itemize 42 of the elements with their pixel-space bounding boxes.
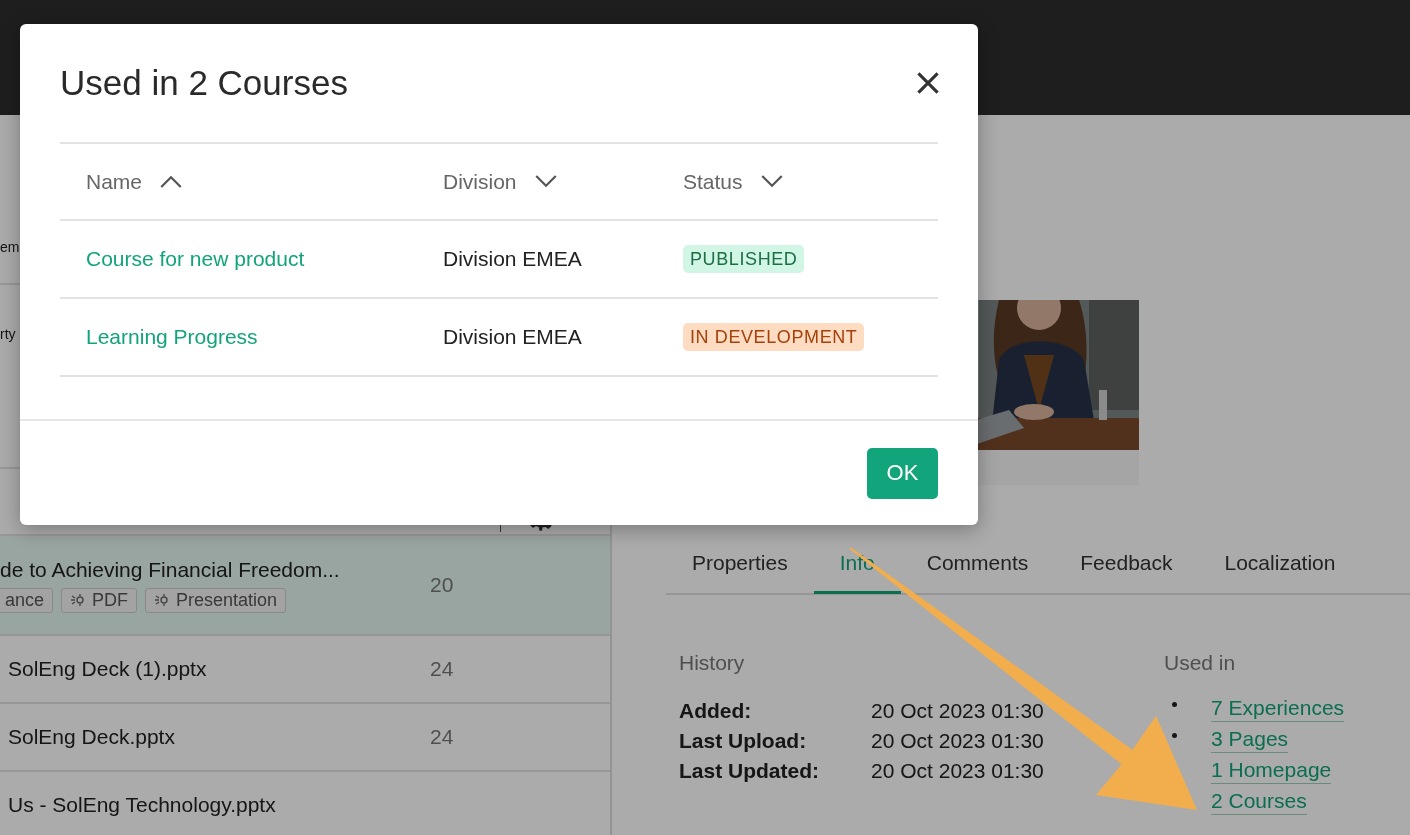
bullet-icon: [1172, 733, 1177, 738]
tab[interactable]: Comments: [900, 535, 1055, 594]
file-name: SolEng Deck.pptx: [8, 725, 176, 749]
text-fragment: em: [0, 239, 20, 255]
tag: ance: [0, 587, 54, 613]
file-row[interactable]: SolEng Deck.pptx 24: [0, 704, 610, 772]
tab[interactable]: Properties: [666, 535, 814, 594]
status-badge: IN DEVELOPMENT: [683, 322, 865, 351]
file-name: de to Achieving Financial Freedom...: [0, 557, 341, 582]
course-link[interactable]: Learning Progress: [86, 325, 258, 348]
table-cell: Division EMEA: [443, 247, 582, 270]
tab[interactable]: Feedback: [1054, 535, 1199, 594]
file-row[interactable]: de to Achieving Financial Freedom... ance PDF Presentation 20: [0, 536, 610, 636]
section-title: Used in: [1164, 651, 1236, 674]
field-value: 20 Oct 2023 01:30: [871, 759, 1045, 783]
file-date: 24: [430, 657, 454, 681]
dialog-title: Used in 2 Courses: [60, 63, 348, 103]
field-label: Last Upload:: [679, 729, 808, 753]
column-header[interactable]: Name: [86, 169, 183, 194]
section-title: History: [679, 651, 746, 675]
column-header[interactable]: Division: [443, 169, 557, 194]
ok-button[interactable]: OK: [867, 447, 938, 499]
close-icon[interactable]: [916, 71, 940, 95]
text-fragment: rty: [0, 326, 16, 342]
table-cell: Division EMEA: [443, 325, 582, 348]
file-name: SolEng Deck (1).pptx: [8, 657, 208, 681]
file-row[interactable]: SolEng Deck (1).pptx 24: [0, 636, 610, 704]
field-label: Added:: [679, 699, 753, 723]
status-badge: PUBLISHED: [683, 244, 805, 273]
field-label: Last Updated:: [679, 759, 820, 783]
column-header[interactable]: Status: [683, 169, 783, 194]
file-row[interactable]: Us - SolEng Technology.pptx: [0, 772, 610, 835]
course-link[interactable]: Course for new product: [86, 247, 305, 270]
field-value: 20 Oct 2023 01:30: [871, 699, 1045, 723]
tag: PDF: [61, 587, 138, 613]
file-date: 24: [430, 725, 454, 749]
field-value: 20 Oct 2023 01:30: [871, 729, 1045, 753]
tag: Presentation: [145, 587, 287, 613]
bullet-icon: [1172, 702, 1177, 707]
file-date: 20: [430, 573, 454, 597]
file-name: Us - SolEng Technology.pptx: [8, 793, 277, 817]
tab[interactable]: Localization: [1198, 535, 1362, 594]
